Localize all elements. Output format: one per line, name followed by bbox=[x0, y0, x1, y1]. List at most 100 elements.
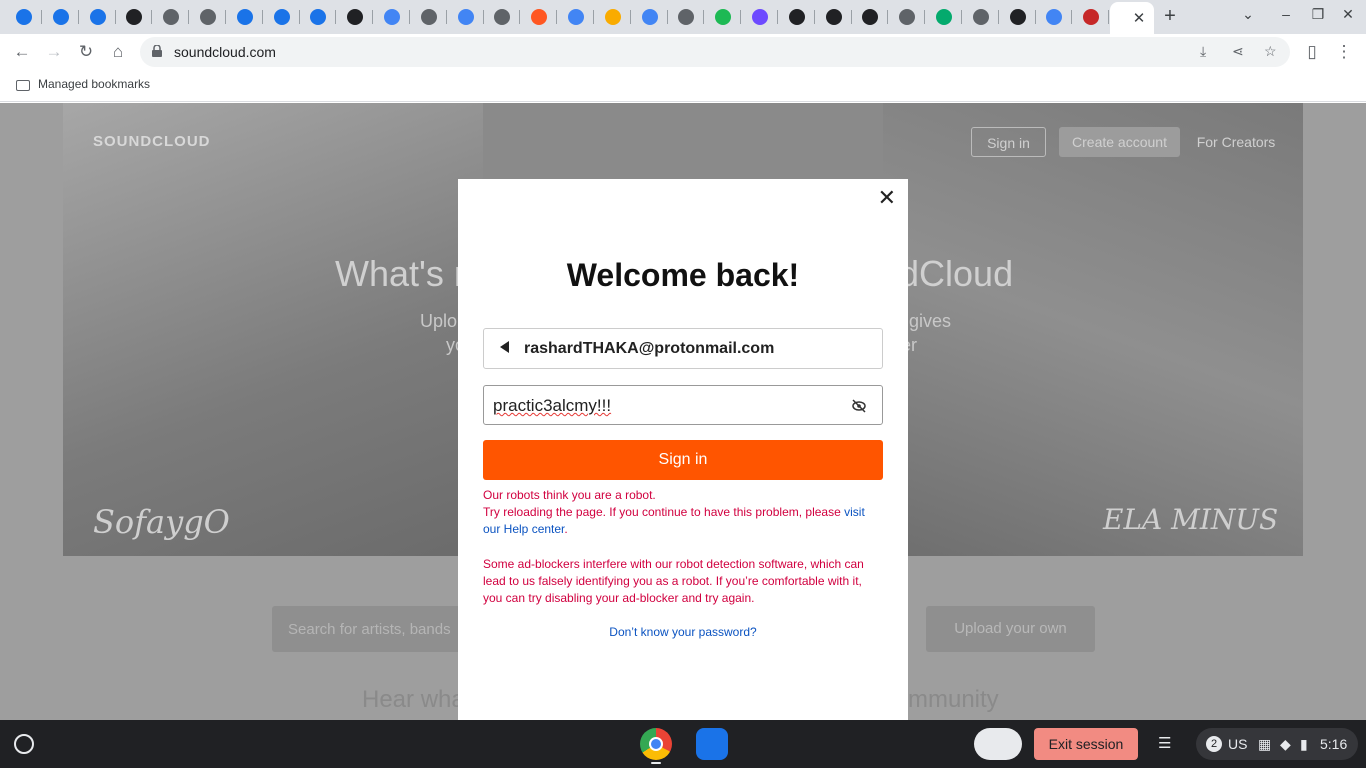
mascot-icon bbox=[420, 9, 437, 25]
tote-icon[interactable]: ☰ bbox=[1158, 734, 1171, 752]
close-window-icon[interactable]: ✕ bbox=[1338, 6, 1358, 23]
codepen-icon bbox=[862, 9, 879, 25]
tab-separator bbox=[740, 10, 742, 24]
files-app-icon[interactable] bbox=[696, 728, 728, 760]
back-icon[interactable]: ← bbox=[10, 40, 34, 64]
browser-toolbar: ← → ↻ ⌂ soundcloud.com ⤓ ⋖ ☆ ▯ ⋮ bbox=[0, 34, 1366, 70]
browser-tab[interactable] bbox=[852, 4, 889, 30]
for-creators-link[interactable]: For Creators bbox=[1191, 127, 1281, 157]
browser-tab[interactable] bbox=[521, 4, 558, 30]
launcher-icon[interactable] bbox=[14, 734, 34, 754]
tab-separator bbox=[445, 10, 447, 24]
browser-tab[interactable] bbox=[816, 4, 852, 30]
browser-tab[interactable] bbox=[926, 4, 962, 30]
browser-tab[interactable] bbox=[374, 4, 410, 30]
globe-icon bbox=[972, 9, 989, 25]
loading-icon bbox=[310, 9, 327, 25]
loading-icon bbox=[236, 9, 253, 25]
header-sign-in-button[interactable]: Sign in bbox=[971, 127, 1046, 157]
search-placeholder: Search for artists, bands bbox=[288, 621, 451, 638]
browser-tab[interactable] bbox=[448, 4, 484, 30]
robot-error-text: Our robots think you are a robot. bbox=[483, 488, 656, 502]
managed-bookmarks[interactable]: Managed bookmarks bbox=[38, 77, 150, 91]
close-tab-icon[interactable]: ✕ bbox=[1133, 9, 1146, 27]
menu-icon[interactable]: ⋮ bbox=[1332, 40, 1356, 64]
browser-tab[interactable] bbox=[742, 4, 778, 30]
browser-tab[interactable] bbox=[227, 4, 263, 30]
loading-icon bbox=[16, 9, 32, 25]
chrome-app-icon[interactable] bbox=[640, 728, 672, 760]
browser-tab[interactable] bbox=[1000, 4, 1036, 30]
tab-separator bbox=[777, 10, 778, 24]
soundcloud-logo[interactable]: SOUNDCLOUD bbox=[93, 133, 211, 150]
browser-tab[interactable] bbox=[80, 4, 116, 30]
browser-tab[interactable] bbox=[264, 4, 300, 30]
tab-separator bbox=[519, 10, 521, 24]
create-account-button[interactable]: Create account bbox=[1059, 127, 1180, 157]
tab-separator bbox=[666, 10, 668, 24]
battery-icon: ▮ bbox=[1300, 736, 1308, 752]
tab-separator bbox=[261, 10, 263, 24]
tab-search-icon[interactable]: ⌄ bbox=[1238, 6, 1258, 23]
browser-tab[interactable] bbox=[153, 4, 190, 30]
browser-tab[interactable] bbox=[779, 4, 815, 30]
home-icon[interactable]: ⌂ bbox=[106, 40, 130, 64]
minimize-icon[interactable]: – bbox=[1276, 6, 1296, 22]
browser-tab[interactable] bbox=[668, 4, 705, 30]
sign-in-button[interactable]: Sign in bbox=[483, 440, 883, 480]
proton-icon bbox=[752, 9, 768, 25]
globe-icon bbox=[494, 9, 511, 25]
browser-tab[interactable] bbox=[558, 4, 594, 30]
globe-icon bbox=[678, 9, 695, 25]
browser-tab[interactable] bbox=[43, 4, 79, 30]
user-avatar[interactable] bbox=[974, 728, 1022, 760]
forgot-password-link[interactable]: Don’t know your password? bbox=[458, 625, 908, 639]
browser-tab[interactable] bbox=[632, 4, 668, 30]
password-field[interactable]: practic3alcmy!!! bbox=[483, 385, 883, 425]
browser-tab[interactable] bbox=[6, 4, 42, 30]
artist-signature-left: SofaygO bbox=[93, 503, 230, 541]
hero-sub-left-1: Uplo bbox=[420, 311, 458, 331]
back-arrow-icon[interactable] bbox=[500, 341, 509, 353]
install-icon[interactable]: ⤓ bbox=[1200, 43, 1206, 60]
tab-separator bbox=[593, 10, 594, 24]
browser-tab[interactable] bbox=[1036, 4, 1073, 30]
browser-tab[interactable] bbox=[1073, 4, 1110, 30]
browser-tab[interactable] bbox=[300, 4, 337, 30]
forward-icon[interactable]: → bbox=[42, 40, 66, 64]
restore-icon[interactable]: ❐ bbox=[1308, 6, 1328, 23]
side-panel-icon[interactable]: ▯ bbox=[1300, 40, 1324, 64]
tab-separator bbox=[482, 10, 484, 24]
address-bar[interactable]: soundcloud.com ⤓ ⋖ ☆ bbox=[140, 37, 1290, 67]
browser-tab[interactable] bbox=[116, 4, 153, 30]
exit-session-button[interactable]: Exit session bbox=[1034, 728, 1138, 760]
tab-separator bbox=[629, 10, 631, 24]
browser-tab[interactable] bbox=[411, 4, 447, 30]
browser-tab[interactable] bbox=[963, 4, 999, 30]
email-field[interactable]: rashardTHAKA@protonmail.com bbox=[483, 328, 883, 369]
share-icon[interactable]: ⋖ bbox=[1232, 43, 1244, 60]
hide-password-icon[interactable] bbox=[852, 399, 866, 413]
browser-tab[interactable] bbox=[595, 4, 631, 30]
tab-separator bbox=[114, 10, 116, 24]
bookmark-star-icon[interactable]: ☆ bbox=[1264, 43, 1277, 60]
loading-icon bbox=[89, 9, 106, 25]
browser-tab[interactable] bbox=[337, 4, 374, 30]
browser-tab[interactable] bbox=[705, 4, 742, 30]
new-tab-button[interactable]: + bbox=[1158, 5, 1182, 29]
browser-tab[interactable] bbox=[889, 4, 926, 30]
close-modal-icon[interactable]: ✕ bbox=[878, 185, 896, 211]
reload-icon[interactable]: ↻ bbox=[74, 40, 98, 64]
email-value: rashardTHAKA@protonmail.com bbox=[524, 340, 775, 357]
browser-tab[interactable] bbox=[190, 4, 226, 30]
system-tray[interactable]: 2 US ▦ ◆ ▮ 5:16 bbox=[1196, 728, 1358, 760]
tab-separator bbox=[77, 10, 79, 24]
tab-soundcloud-active[interactable]: ✕ bbox=[1110, 2, 1154, 34]
hero-title-left: What's n bbox=[335, 253, 474, 294]
browser-tab[interactable] bbox=[484, 4, 521, 30]
artist-signature-right: ELA MINUS bbox=[1103, 503, 1279, 536]
globe-icon bbox=[200, 9, 216, 25]
globe-icon bbox=[163, 9, 180, 25]
upload-button[interactable]: Upload your own bbox=[926, 606, 1095, 652]
tab-separator bbox=[1071, 10, 1073, 24]
